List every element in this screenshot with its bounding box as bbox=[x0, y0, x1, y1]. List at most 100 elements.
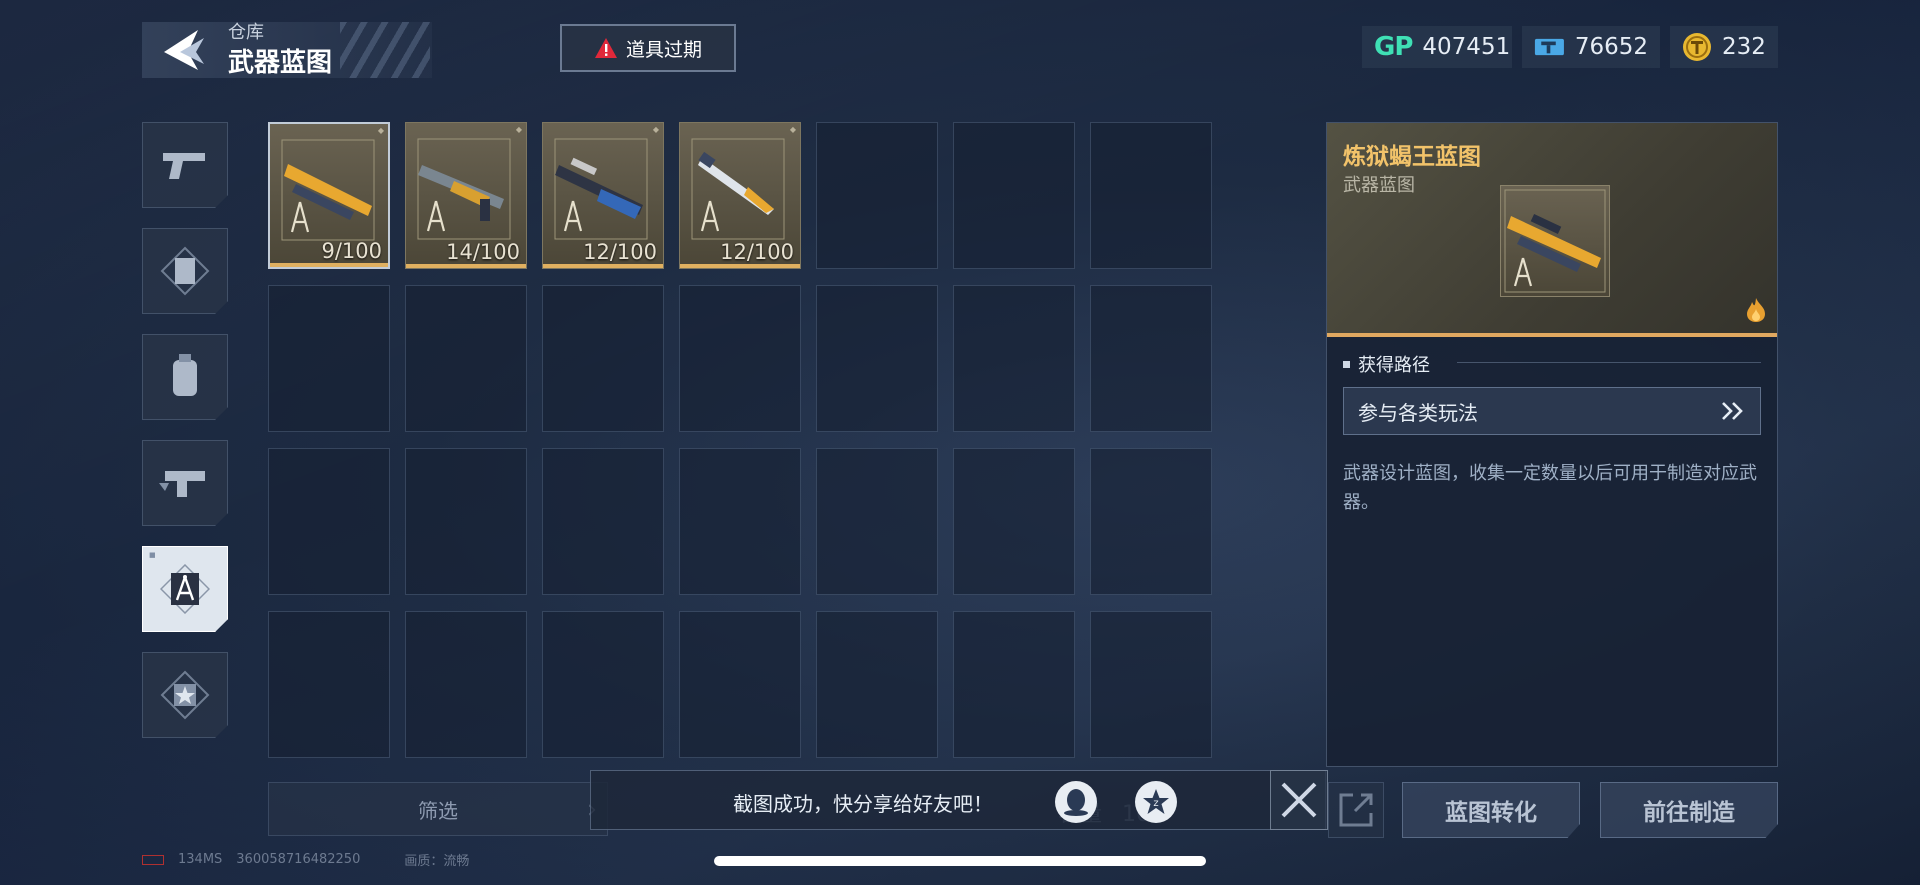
blueprint-slot[interactable]: ◆ 12/100 bbox=[542, 122, 664, 269]
share-qq-button[interactable] bbox=[1055, 781, 1097, 823]
currency-ticket[interactable]: 76652 bbox=[1522, 26, 1660, 68]
back-button[interactable] bbox=[142, 22, 222, 78]
grenade-icon bbox=[173, 354, 197, 396]
double-chevron-right-icon bbox=[1722, 402, 1743, 420]
empty-slot bbox=[679, 285, 801, 432]
pistol-icon bbox=[163, 153, 205, 179]
corner-mark: ◆ bbox=[652, 125, 659, 134]
warning-icon bbox=[594, 38, 617, 58]
share-zone-button[interactable]: z bbox=[1135, 781, 1177, 823]
weapon-blueprint-image bbox=[278, 136, 378, 246]
tab-corner-mark: ■ bbox=[149, 551, 156, 559]
empty-slot bbox=[542, 611, 664, 758]
tab-favorites[interactable] bbox=[142, 652, 228, 738]
empty-slot bbox=[1090, 611, 1212, 758]
convert-blueprint-button[interactable]: 蓝图转化 bbox=[1402, 782, 1580, 838]
detail-header: 炼狱蝎王蓝图 武器蓝图 bbox=[1327, 123, 1777, 337]
source-heading-label: 获得路径 bbox=[1358, 355, 1430, 376]
close-icon bbox=[1281, 782, 1317, 818]
progress-bar bbox=[406, 264, 526, 268]
coin-value: 232 bbox=[1722, 34, 1766, 60]
blueprint-slot[interactable]: ◆ 14/100 bbox=[405, 122, 527, 269]
export-icon bbox=[1339, 793, 1373, 827]
export-button[interactable] bbox=[1328, 782, 1384, 838]
expired-items-button[interactable]: 道具过期 bbox=[560, 24, 736, 72]
tab-weapons[interactable] bbox=[142, 122, 228, 208]
filter-label: 筛选 bbox=[418, 798, 458, 823]
tab-blueprints[interactable]: ■ bbox=[142, 546, 228, 632]
empty-slot bbox=[816, 122, 938, 269]
weapon-blueprint-image bbox=[551, 135, 651, 245]
tab-parts[interactable] bbox=[142, 440, 228, 526]
screenshot-toast: 截图成功，快分享给好友吧！ z bbox=[590, 770, 1326, 830]
qq-penguin-icon bbox=[1064, 789, 1088, 816]
rarity-gold-bar bbox=[1327, 333, 1777, 337]
blueprint-slot[interactable]: ◆ 12/100 bbox=[679, 122, 801, 269]
detail-panel: 炼狱蝎王蓝图 武器蓝图 获得路径 参与各类玩法 武器设计蓝图，收集一定数量以后可… bbox=[1326, 122, 1778, 767]
network-indicator bbox=[142, 854, 164, 865]
expired-items-label: 道具过期 bbox=[625, 38, 702, 61]
empty-slot bbox=[679, 611, 801, 758]
empty-slot bbox=[268, 611, 390, 758]
tab-consumables[interactable] bbox=[142, 334, 228, 420]
empty-slot bbox=[679, 448, 801, 595]
ticket-icon bbox=[1534, 38, 1564, 56]
corner-mark: ◆ bbox=[515, 125, 522, 134]
fragment-count: 14/100 bbox=[446, 240, 520, 264]
toast-close-button[interactable] bbox=[1270, 770, 1328, 830]
ping-readout: 134MS bbox=[178, 852, 223, 867]
empty-slot bbox=[1090, 122, 1212, 269]
weapon-parts-icon bbox=[159, 471, 205, 497]
fragment-count: 12/100 bbox=[720, 240, 794, 264]
fragment-count: 9/100 bbox=[321, 239, 382, 263]
currency-coin[interactable]: 232 bbox=[1670, 26, 1778, 68]
progress-bar bbox=[680, 264, 800, 268]
source-heading: 获得路径 bbox=[1343, 351, 1430, 377]
empty-slot bbox=[542, 448, 664, 595]
sniper-rifle-image bbox=[1504, 189, 1606, 293]
bullet-icon bbox=[1343, 360, 1350, 368]
flame-icon bbox=[1747, 298, 1765, 322]
blueprint-slot[interactable]: ◆ 9/100 bbox=[268, 122, 390, 269]
empty-slot bbox=[268, 285, 390, 432]
coin-icon bbox=[1683, 33, 1711, 61]
star-circle-icon: z bbox=[1143, 789, 1169, 814]
back-arrow-icon bbox=[164, 30, 204, 70]
breadcrumb: 仓库 bbox=[228, 22, 264, 43]
empty-slot bbox=[405, 611, 527, 758]
corner-mark: ◆ bbox=[377, 126, 384, 135]
header-stripe-decoration bbox=[340, 22, 430, 78]
weapon-blueprint-image bbox=[414, 135, 514, 245]
item-preview bbox=[1500, 185, 1610, 297]
page-title: 武器蓝图 bbox=[228, 48, 333, 78]
progress-bar bbox=[543, 264, 663, 268]
ticket-value: 76652 bbox=[1574, 34, 1648, 60]
filter-button[interactable]: 筛选 › bbox=[268, 782, 608, 836]
item-name: 炼狱蝎王蓝图 bbox=[1343, 144, 1481, 170]
empty-slot bbox=[953, 285, 1075, 432]
empty-slot bbox=[953, 122, 1075, 269]
gp-icon: GP bbox=[1374, 32, 1413, 62]
empty-slot bbox=[1090, 285, 1212, 432]
empty-slot bbox=[953, 448, 1075, 595]
tab-cards[interactable] bbox=[142, 228, 228, 314]
source-divider bbox=[1457, 362, 1761, 363]
empty-slot bbox=[405, 448, 527, 595]
empty-slot bbox=[816, 611, 938, 758]
status-bar: 134MS 360058716482250 画质：流畅 bbox=[142, 850, 469, 869]
player-id: 360058716482250 bbox=[236, 852, 361, 867]
source-entry-label: 参与各类玩法 bbox=[1358, 400, 1478, 425]
empty-slot bbox=[542, 285, 664, 432]
empty-slot bbox=[816, 448, 938, 595]
currency-gp[interactable]: GP 407451 bbox=[1362, 26, 1512, 68]
home-indicator[interactable] bbox=[714, 856, 1206, 866]
go-craft-button[interactable]: 前往制造 bbox=[1600, 782, 1778, 838]
empty-slot bbox=[405, 285, 527, 432]
item-type: 武器蓝图 bbox=[1343, 175, 1415, 196]
empty-slot bbox=[1090, 448, 1212, 595]
svg-text:z: z bbox=[1153, 798, 1158, 809]
progress-bar bbox=[270, 263, 388, 267]
card-icon bbox=[160, 246, 210, 296]
toast-message: 截图成功，快分享给好友吧！ bbox=[733, 792, 993, 816]
source-entry-button[interactable]: 参与各类玩法 bbox=[1343, 387, 1761, 435]
